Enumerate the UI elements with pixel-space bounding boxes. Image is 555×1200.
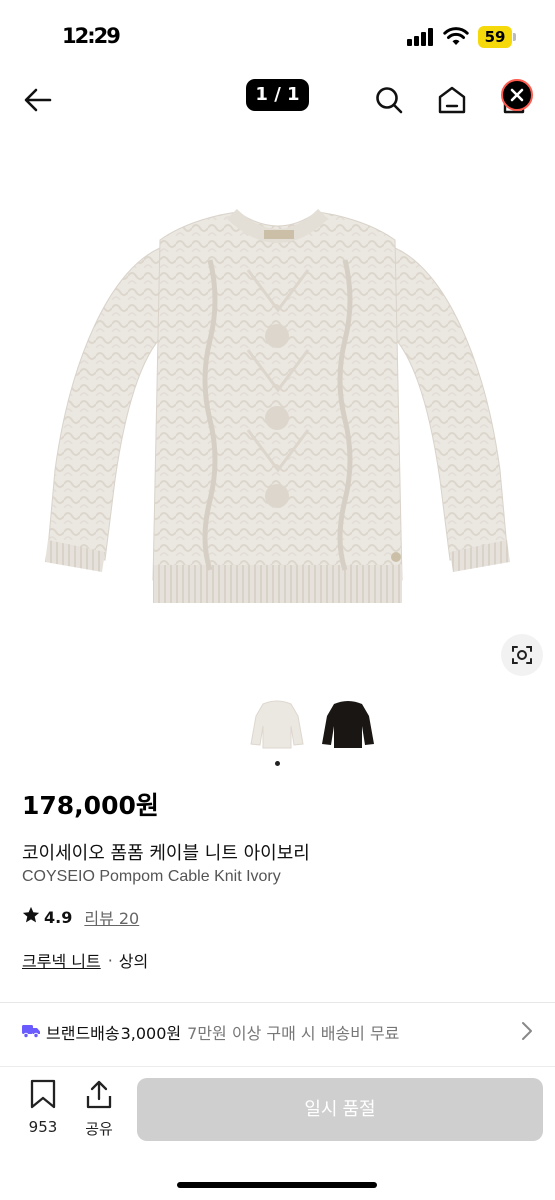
thumbnail-black[interactable]	[319, 694, 377, 752]
share-button[interactable]: 공유	[77, 1079, 121, 1139]
like-button[interactable]: 953	[21, 1079, 65, 1136]
truck-icon	[22, 1023, 40, 1042]
home-icon[interactable]	[432, 80, 472, 120]
shipping-info-row[interactable]: 브랜드배송 3,000원 7만원 이상 구매 시 배송비 무료	[22, 1018, 537, 1046]
star-icon	[22, 906, 40, 928]
bottom-action-bar: 953 공유 일시 품절	[0, 1066, 555, 1200]
bookmark-icon	[29, 1079, 57, 1113]
share-icon	[85, 1080, 113, 1113]
product-price: 178,000원	[22, 791, 159, 820]
category-link-crewneck[interactable]: 크루넥 니트	[22, 948, 101, 972]
image-search-lens-icon[interactable]	[501, 634, 543, 676]
shipping-note: 7만원 이상 구매 시 배송비 무료	[187, 1024, 400, 1043]
carousel-dot	[275, 761, 280, 766]
shipping-label: 브랜드배송	[46, 1024, 120, 1043]
status-bar: 12:29 59	[0, 0, 555, 72]
thumbnail-ivory[interactable]	[248, 694, 306, 752]
category-link-top[interactable]: 상의	[119, 948, 148, 972]
rating-score: 4.9	[44, 907, 73, 927]
shipping-fee: 3,000원	[120, 1024, 182, 1043]
search-icon[interactable]	[369, 80, 409, 120]
back-arrow-icon[interactable]	[18, 80, 58, 120]
top-nav: 1 / 1	[0, 72, 555, 128]
like-count: 953	[28, 1118, 58, 1136]
battery-level: 59	[484, 28, 506, 46]
wifi-icon	[443, 26, 469, 46]
close-icon[interactable]	[501, 79, 533, 111]
rating-row: 4.9 리뷰 20	[22, 905, 139, 929]
product-name-english: COYSEIO Pompom Cable Knit Ivory	[22, 868, 281, 885]
category-breadcrumb: 크루넥 니트 · 상의	[22, 948, 148, 972]
status-time: 12:29	[62, 24, 121, 48]
home-indicator	[177, 1182, 377, 1188]
section-divider	[0, 1002, 555, 1003]
battery-icon: 59	[478, 26, 516, 48]
review-link[interactable]: 리뷰 20	[84, 905, 139, 929]
cellular-signal-icon	[407, 28, 435, 46]
category-separator: ·	[107, 950, 113, 970]
product-name-korean: 코이세이오 폼폼 케이블 니트 아이보리	[22, 843, 310, 864]
image-page-counter: 1 / 1	[246, 79, 309, 111]
chevron-right-icon	[521, 1021, 533, 1045]
product-main-image	[0, 140, 555, 680]
share-label: 공유	[85, 1120, 113, 1138]
sold-out-button[interactable]: 일시 품절	[137, 1078, 543, 1141]
